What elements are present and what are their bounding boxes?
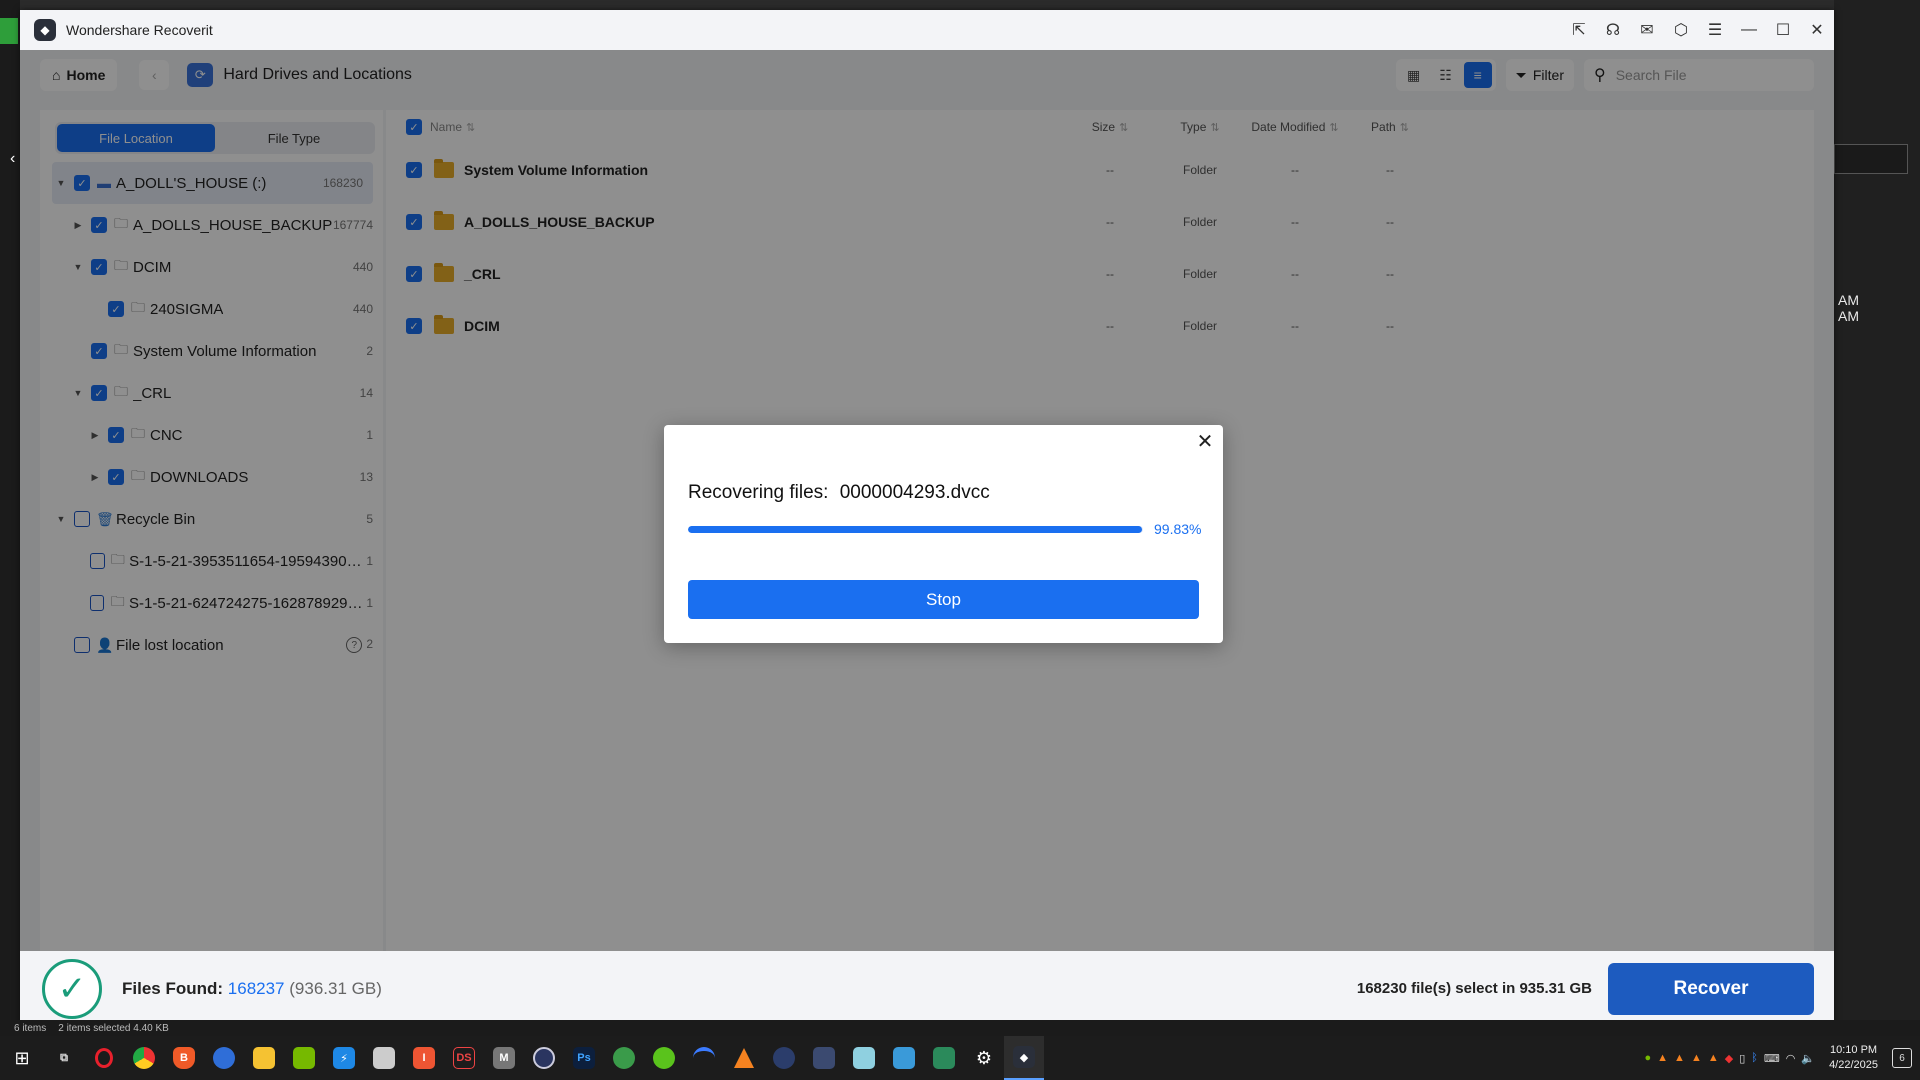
maximize-icon[interactable]: ☐ xyxy=(1766,20,1800,40)
photos-app-icon[interactable] xyxy=(884,1036,924,1080)
files-found: Files Found: 168237 (936.31 GB) xyxy=(122,979,382,999)
red-tray-icon[interactable]: ◆ xyxy=(1725,1052,1733,1065)
background-time-am-1: AM xyxy=(1838,292,1859,308)
desktop-top-strip xyxy=(0,0,1920,10)
minimize-icon[interactable]: — xyxy=(1732,21,1766,39)
dark-app-icon[interactable] xyxy=(764,1036,804,1080)
file-explorer-icon[interactable] xyxy=(244,1036,284,1080)
nvidia-tray-icon[interactable]: ● xyxy=(1645,1052,1652,1064)
ds-app-icon[interactable]: DS xyxy=(444,1036,484,1080)
system-tray: ● ▲ ▲ ▲ ▲ ◆ ▯ ᛒ ⌨ ◠ 🔈 10:10 PM 4/22/2025… xyxy=(1645,1043,1920,1073)
green-app-icon[interactable] xyxy=(604,1036,644,1080)
recover-button[interactable]: Recover xyxy=(1608,962,1814,1015)
notification-center-icon[interactable]: 6 xyxy=(1892,1048,1912,1068)
explorer-status-strip: 6 items 2 items selected 4.40 KB xyxy=(0,1020,1920,1036)
title-bar: ◆ Wondershare Recoverit ⇱ ☊ ✉ ⬡ ☰ — ☐ ✕ xyxy=(20,10,1834,50)
brave-icon[interactable]: B xyxy=(164,1036,204,1080)
title-icons: ⇱ ☊ ✉ ⬡ ☰ — ☐ ✕ xyxy=(1562,20,1834,40)
snip-app-icon[interactable] xyxy=(924,1036,964,1080)
vlc-tray-icon-3[interactable]: ▲ xyxy=(1691,1052,1702,1064)
cube-icon[interactable]: ⬡ xyxy=(1664,20,1698,40)
taskbar-clock[interactable]: 10:10 PM 4/22/2025 xyxy=(1829,1043,1878,1073)
firefox-icon[interactable] xyxy=(204,1036,244,1080)
scan-complete-check-icon: ✓ xyxy=(42,958,102,1019)
desktop-left-edge: ‹ xyxy=(0,0,20,1036)
recoverit-taskbar-icon[interactable]: ◆ xyxy=(1004,1036,1044,1080)
taskbar: ⊞ ⧉ B ⚡ I DS M Ps ⚙ ◆ ● ▲ ▲ ▲ ▲ ◆ ▯ ᛒ ⌨ … xyxy=(0,1036,1920,1080)
notes-app-icon[interactable] xyxy=(844,1036,884,1080)
wifi-tray-icon[interactable]: ◠ xyxy=(1786,1052,1796,1065)
lightning-app-icon[interactable]: ⚡ xyxy=(324,1036,364,1080)
app-title: Wondershare Recoverit xyxy=(66,22,213,38)
photoshop-icon[interactable]: Ps xyxy=(564,1036,604,1080)
circle-app-icon[interactable] xyxy=(524,1036,564,1080)
desktop-right-edge: AM AM xyxy=(1834,0,1920,1036)
clock-date: 4/22/2025 xyxy=(1829,1059,1878,1071)
nvidia-icon[interactable] xyxy=(284,1036,324,1080)
desktop-left-arrow-icon: ‹ xyxy=(10,150,16,167)
background-input-field xyxy=(1834,144,1908,174)
headset-icon[interactable]: ☊ xyxy=(1596,20,1630,40)
stop-button[interactable]: Stop xyxy=(688,580,1199,619)
keyboard-tray-icon[interactable]: ⌨ xyxy=(1764,1052,1780,1065)
vlc-tray-icon[interactable]: ▲ xyxy=(1657,1052,1668,1064)
windows-start-icon[interactable]: ⊞ xyxy=(0,1048,44,1069)
blue-arc-app-icon[interactable] xyxy=(684,1036,724,1080)
recoverit-logo-icon: ◆ xyxy=(34,19,56,41)
files-found-label: Files Found: xyxy=(122,978,224,998)
export-icon[interactable]: ⇱ xyxy=(1562,20,1596,40)
dialog-close-icon[interactable]: ✕ xyxy=(1195,432,1215,453)
desktop-left-green-tile xyxy=(0,18,18,44)
opera-icon[interactable] xyxy=(84,1036,124,1080)
status-selected: 2 items selected 4.40 KB xyxy=(58,1022,169,1034)
recovering-label: Recovering files: xyxy=(688,482,829,503)
vlc-tray-icon-2[interactable]: ▲ xyxy=(1674,1052,1685,1064)
progress-percent: 99.83% xyxy=(1154,521,1202,537)
progress-fill xyxy=(688,526,1143,533)
files-found-size: (936.31 GB) xyxy=(289,978,382,998)
selection-summary: 168230 file(s) select in 935.31 GB xyxy=(1356,980,1592,997)
vlc-tray-icon-4[interactable]: ▲ xyxy=(1708,1052,1719,1064)
cloud-app-icon[interactable] xyxy=(644,1036,684,1080)
task-view-icon[interactable]: ⧉ xyxy=(44,1036,84,1080)
gray-app-icon[interactable]: M xyxy=(484,1036,524,1080)
files-found-count: 168237 xyxy=(227,978,285,998)
recovering-heading: Recovering files: 0000004293.dvcc xyxy=(688,482,990,504)
red-app-icon[interactable]: I xyxy=(404,1036,444,1080)
recoverit-window: ◆ Wondershare Recoverit ⇱ ☊ ✉ ⬡ ☰ — ☐ ✕ … xyxy=(20,10,1834,1026)
vlc-icon[interactable] xyxy=(724,1036,764,1080)
bottom-bar: ✓ Files Found: 168237 (936.31 GB) 168230… xyxy=(20,951,1834,1026)
clock-time: 10:10 PM xyxy=(1829,1044,1878,1056)
status-items: 6 items xyxy=(14,1022,47,1034)
chrome-icon[interactable] xyxy=(124,1036,164,1080)
recovering-file-name: 0000004293.dvcc xyxy=(839,482,990,503)
bluetooth-tray-icon[interactable]: ᛒ xyxy=(1751,1052,1758,1064)
usb-tray-icon[interactable]: ▯ xyxy=(1739,1052,1745,1065)
mail-icon[interactable]: ✉ xyxy=(1630,20,1664,40)
progress-track xyxy=(688,526,1143,533)
background-time-am-2: AM xyxy=(1838,308,1859,324)
close-icon[interactable]: ✕ xyxy=(1800,20,1834,40)
volume-tray-icon[interactable]: 🔈 xyxy=(1801,1052,1815,1065)
davinci-icon[interactable] xyxy=(804,1036,844,1080)
recovering-dialog: ✕ Recovering files: 0000004293.dvcc 99.8… xyxy=(664,425,1223,643)
store-icon[interactable] xyxy=(364,1036,404,1080)
menu-icon[interactable]: ☰ xyxy=(1698,20,1732,40)
settings-icon[interactable]: ⚙ xyxy=(964,1036,1004,1080)
